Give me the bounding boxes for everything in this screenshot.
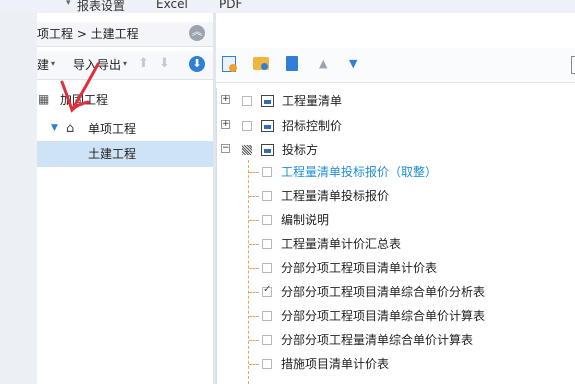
dropdown-arrow-icon: ▾ (66, 0, 71, 8)
breadcrumb: 项工程 > 土建工程 (37, 27, 139, 41)
expand-icon[interactable]: + (221, 120, 230, 129)
menu-pdf[interactable]: PDF (219, 0, 242, 11)
expand-icon[interactable]: + (221, 95, 230, 104)
report-label[interactable]: 分部分项工程项目清单计价表 (281, 260, 437, 276)
checkbox[interactable] (262, 239, 272, 249)
report-label[interactable]: 编制说明 (281, 212, 329, 228)
report-toolbar: ▲ ▼ (216, 48, 575, 83)
collapse-panel-icon[interactable]: ︽ (189, 25, 205, 41)
new-report-icon[interactable] (222, 56, 237, 72)
new-button[interactable]: 建 (37, 57, 49, 73)
report-label[interactable]: 工程量清单 (282, 93, 342, 109)
left-gutter (0, 13, 37, 384)
delete-icon[interactable] (286, 56, 298, 71)
tree-connector (249, 364, 259, 365)
download-icon[interactable]: ⬇ (189, 56, 205, 72)
tree-connector (249, 172, 259, 173)
annotation-arrow (60, 62, 100, 113)
scroll-edge (571, 56, 575, 74)
tree-connector (249, 244, 259, 245)
checkbox[interactable] (262, 284, 272, 297)
chevron-down-icon: ▾ (123, 59, 128, 68)
move-up-icon[interactable]: ▲ (319, 57, 327, 71)
checkbox[interactable] (262, 167, 272, 177)
menu-report-settings[interactable]: 报表设置 (77, 0, 125, 13)
checkbox[interactable] (242, 121, 252, 131)
report-doc-icon (261, 120, 274, 132)
home-icon: ⌂ (66, 121, 75, 136)
checkbox[interactable] (262, 359, 272, 369)
tree-child-label[interactable]: 单项工程 (88, 121, 136, 137)
tree-grandchild-label[interactable]: 土建工程 (88, 146, 136, 162)
tree-connector (249, 268, 259, 269)
checkbox[interactable] (262, 215, 272, 225)
report-label[interactable]: 分部分项工程项目清单综合单价分析表 (281, 284, 485, 300)
checkbox[interactable] (242, 96, 252, 106)
breadcrumb-bar: 项工程 > 土建工程 ︽ (37, 22, 213, 47)
report-doc-icon (261, 144, 274, 156)
checkbox[interactable] (262, 335, 272, 345)
checkbox[interactable] (262, 263, 272, 273)
tree-connector (249, 220, 259, 221)
report-label[interactable]: 工程量清单计价汇总表 (281, 236, 401, 252)
chevron-down-icon: ▾ (51, 59, 56, 68)
move-down-icon[interactable]: ▼ (349, 57, 357, 71)
top-menu-bar: ▾ 报表设置 Excel PDF (0, 0, 575, 13)
report-label[interactable]: 分部分项工程项目清单综合单价计算表 (281, 308, 485, 324)
checkbox[interactable] (262, 311, 272, 321)
partial-checkbox[interactable] (242, 145, 252, 155)
checkbox[interactable] (262, 191, 272, 201)
move-down-icon[interactable]: ⬇ (159, 57, 170, 71)
tree-connector (249, 196, 259, 197)
report-label[interactable]: 措施项目清单计价表 (281, 356, 389, 372)
tree-connector (249, 340, 259, 341)
folder-add-icon[interactable] (253, 57, 269, 70)
collapse-icon[interactable]: − (221, 144, 230, 153)
menu-excel[interactable]: Excel (156, 0, 188, 11)
expand-arrow-icon[interactable]: ▼ (51, 123, 58, 133)
report-label[interactable]: 工程量清单投标报价 (281, 188, 389, 204)
tree-connector (248, 160, 249, 384)
report-label[interactable]: 工程量清单投标报价（取整） (281, 164, 437, 180)
report-label[interactable]: 招标控制价 (282, 118, 342, 134)
report-doc-icon (261, 95, 274, 107)
tree-connector (249, 316, 259, 317)
tree-connector (249, 292, 259, 293)
building-icon: ▦ (38, 92, 50, 106)
report-label[interactable]: 投标方 (282, 142, 318, 158)
move-up-icon[interactable]: ⬆ (138, 57, 149, 71)
report-label[interactable]: 分部分项工程量清单综合单价计算表 (281, 332, 473, 348)
